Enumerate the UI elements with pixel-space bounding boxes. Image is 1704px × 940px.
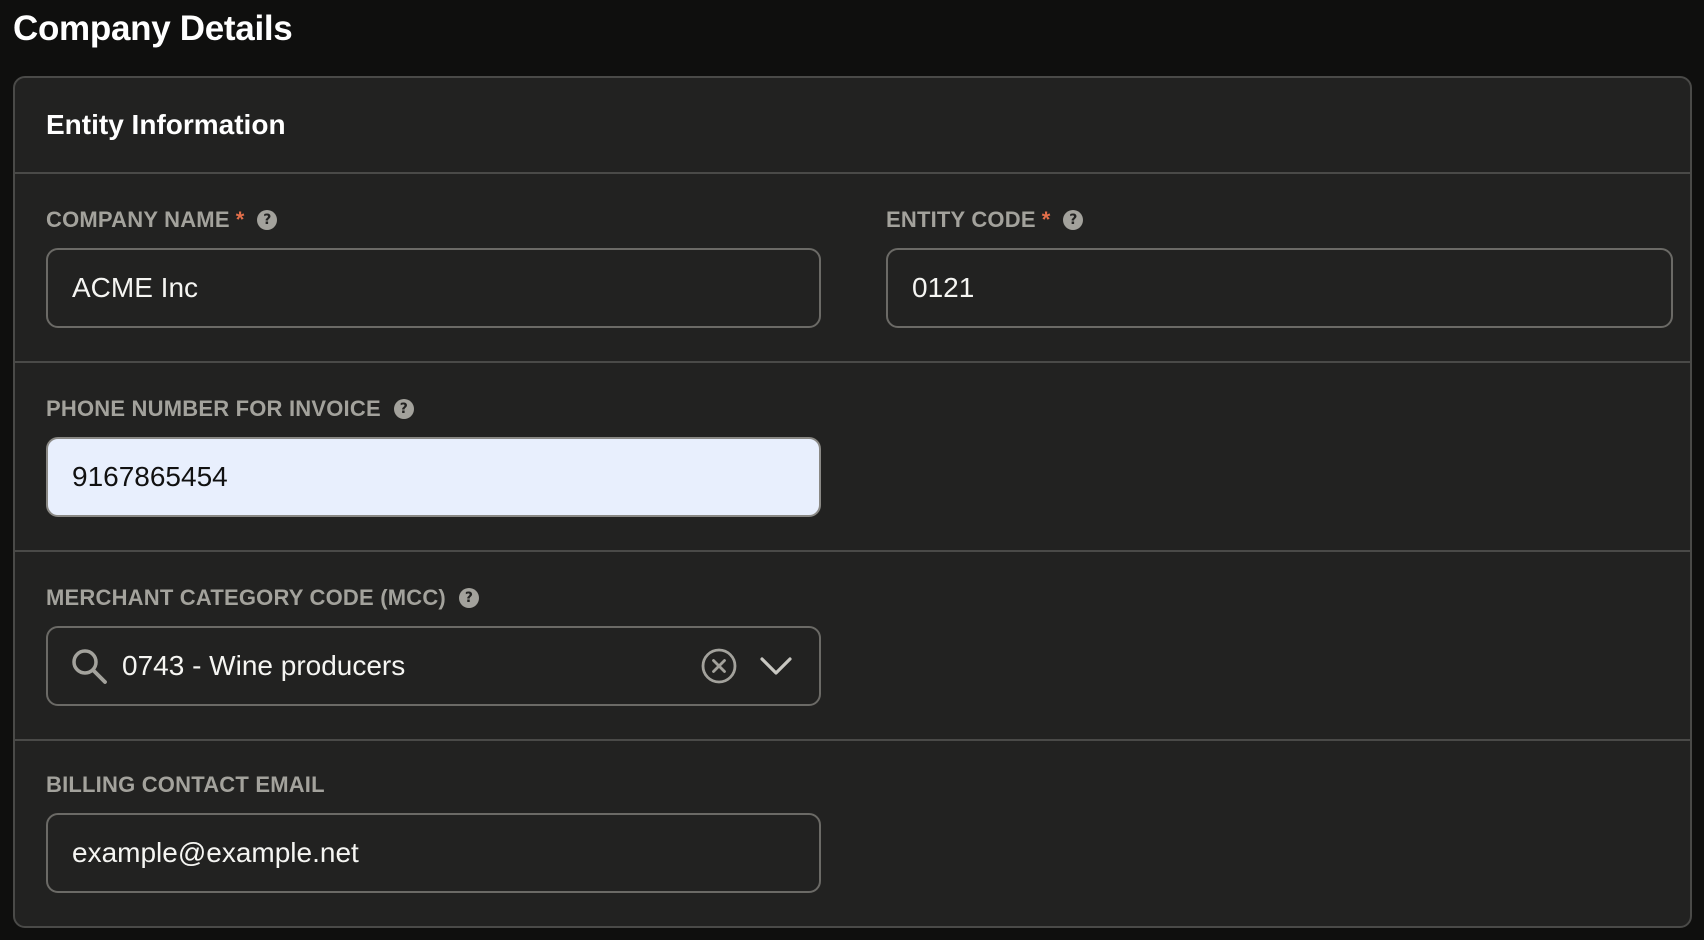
entity-code-field: ENTITY CODE * ? 0121 bbox=[886, 206, 1673, 328]
phone-field: PHONE NUMBER FOR INVOICE ? 9167865454 bbox=[46, 395, 821, 517]
card-header: Entity Information bbox=[15, 78, 1690, 174]
billing-email-label-line: BILLING CONTACT EMAIL bbox=[46, 771, 821, 799]
phone-input[interactable]: 9167865454 bbox=[46, 437, 821, 517]
mcc-field: MERCHANT CATEGORY CODE (MCC) ? 0743 - Wi… bbox=[46, 584, 821, 706]
mcc-select-value: 0743 - Wine producers bbox=[122, 650, 406, 681]
phone-label-line: PHONE NUMBER FOR INVOICE ? bbox=[46, 395, 821, 423]
help-circle-icon[interactable]: ? bbox=[393, 399, 414, 419]
company-name-field: COMPANY NAME * ? ACME Inc bbox=[46, 206, 821, 328]
search-icon bbox=[70, 647, 108, 685]
help-circle-icon[interactable]: ? bbox=[257, 210, 278, 230]
entity-code-input[interactable]: 0121 bbox=[886, 248, 1673, 328]
clear-circle-icon[interactable] bbox=[701, 648, 737, 684]
page-title: Company Details bbox=[13, 9, 293, 48]
company-name-label: COMPANY NAME bbox=[46, 207, 230, 232]
form-row-phone: PHONE NUMBER FOR INVOICE ? 9167865454 bbox=[15, 363, 1690, 552]
required-marker: * bbox=[1041, 207, 1051, 232]
company-name-label-line: COMPANY NAME * ? bbox=[46, 206, 821, 234]
entity-code-label: ENTITY CODE bbox=[886, 207, 1036, 232]
form-row-mcc: MERCHANT CATEGORY CODE (MCC) ? 0743 - Wi… bbox=[15, 552, 1690, 741]
chevron-down-icon[interactable] bbox=[759, 656, 793, 676]
mcc-label: MERCHANT CATEGORY CODE (MCC) bbox=[46, 585, 446, 610]
mcc-select[interactable]: 0743 - Wine producers bbox=[46, 626, 821, 706]
billing-email-input[interactable]: example@example.net bbox=[46, 813, 821, 893]
required-marker: * bbox=[235, 207, 245, 232]
phone-label: PHONE NUMBER FOR INVOICE bbox=[46, 396, 381, 421]
company-name-input[interactable]: ACME Inc bbox=[46, 248, 821, 328]
form-row-billing-email: BILLING CONTACT EMAIL example@example.ne… bbox=[15, 741, 1690, 926]
form-row-company: COMPANY NAME * ? ACME Inc ENTITY CODE * … bbox=[15, 174, 1690, 363]
billing-email-field: BILLING CONTACT EMAIL example@example.ne… bbox=[46, 771, 821, 893]
help-circle-icon[interactable]: ? bbox=[1063, 210, 1084, 230]
entity-information-card: Entity Information COMPANY NAME * ? ACME… bbox=[13, 76, 1692, 928]
entity-code-label-line: ENTITY CODE * ? bbox=[886, 206, 1673, 234]
billing-email-label: BILLING CONTACT EMAIL bbox=[46, 772, 325, 797]
card-title: Entity Information bbox=[46, 109, 286, 140]
mcc-label-line: MERCHANT CATEGORY CODE (MCC) ? bbox=[46, 584, 821, 612]
help-circle-icon[interactable]: ? bbox=[458, 588, 479, 608]
